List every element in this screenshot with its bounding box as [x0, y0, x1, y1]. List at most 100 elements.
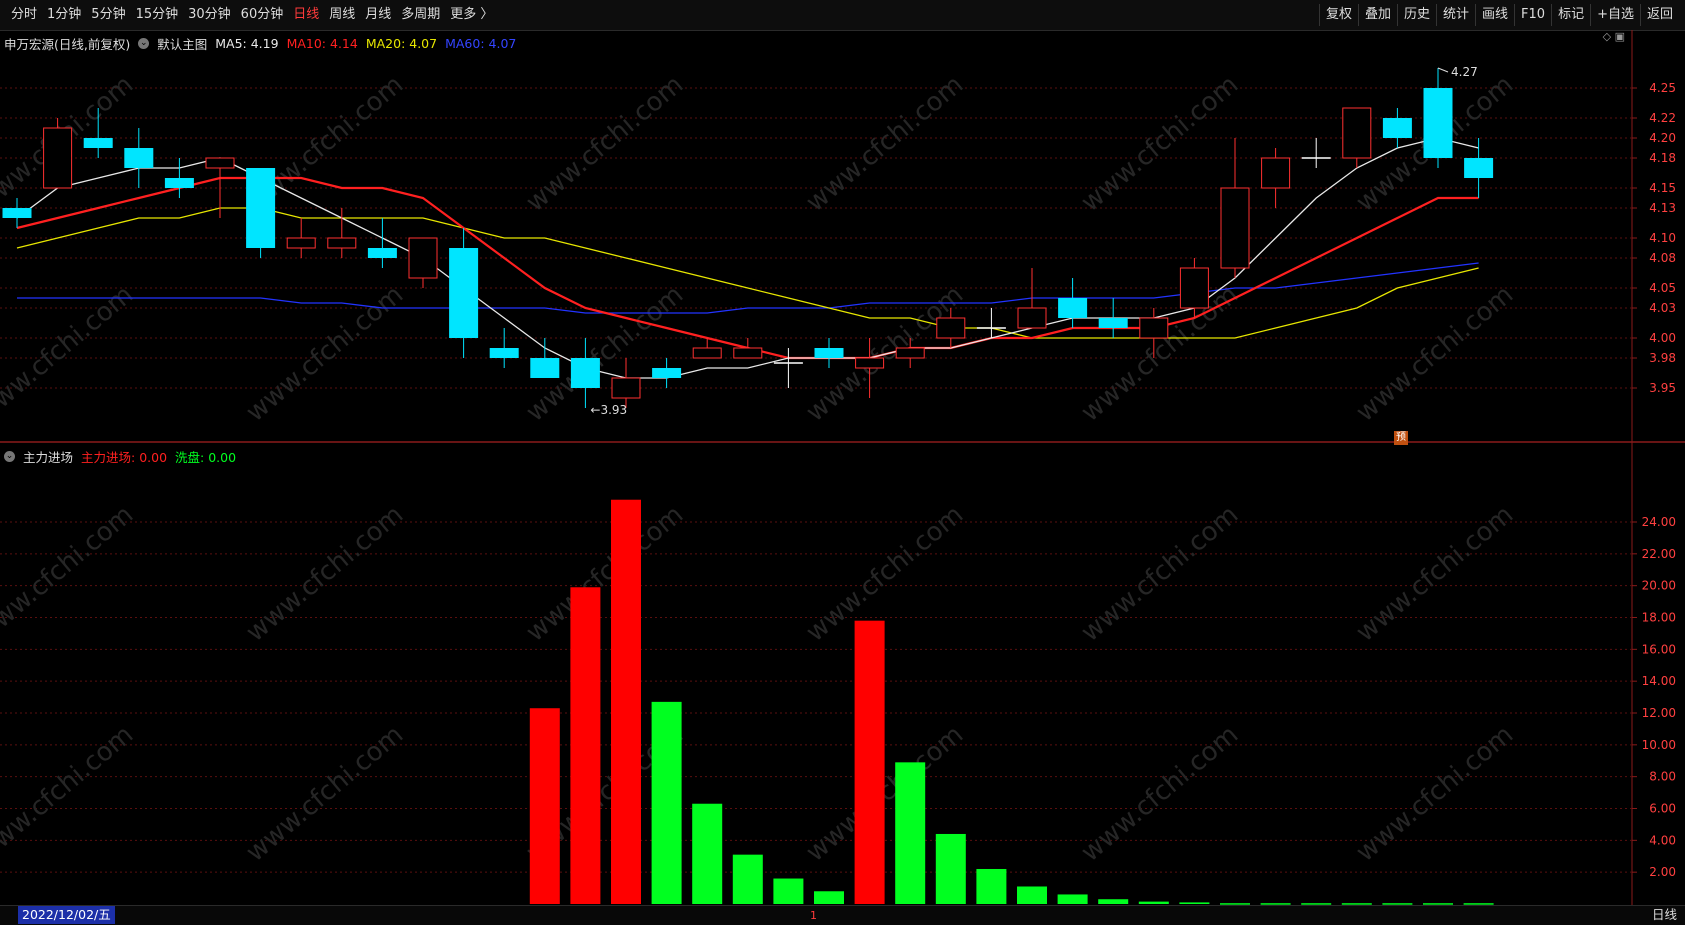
candle-body — [692, 347, 722, 359]
sub-bar — [732, 854, 763, 904]
sub-tick-label: 12.00 — [1642, 706, 1676, 720]
diamond-icon[interactable]: ◇ — [1603, 30, 1611, 43]
watermark-text: www.cfchi.com — [801, 500, 970, 648]
price-tick-label: 4.00 — [1649, 331, 1676, 345]
ma10-value: MA10: 4.14 — [286, 36, 358, 51]
series-main-force-value: 主力进场: 0.00 — [81, 450, 168, 465]
price-tick-label: 4.13 — [1649, 201, 1676, 215]
period-tab-5[interactable]: 60分钟 — [236, 0, 289, 30]
indicator-name[interactable]: 主力进场 — [23, 447, 73, 466]
period-tab-0[interactable]: 分时 — [6, 0, 42, 30]
candle-body — [936, 317, 966, 339]
candle-body — [367, 248, 397, 258]
tool-button-0[interactable]: 复权 — [1318, 4, 1358, 26]
main-chart-legend: 申万宏源(日线,前复权) ⌄ 默认主图 MA5: 4.19 MA10: 4.14… — [4, 34, 516, 53]
candle-body — [489, 348, 519, 358]
watermark-text: www.cfchi.com — [801, 70, 970, 218]
sub-bar — [1017, 886, 1047, 904]
sub-bar — [976, 868, 1007, 904]
period-tab-6[interactable]: 日线 — [288, 0, 324, 30]
window-icon[interactable]: ▣ — [1615, 30, 1625, 43]
sub-tick-label: 10.00 — [1642, 738, 1676, 752]
chevron-down-icon[interactable]: ⌄ — [138, 38, 150, 49]
watermark-text: www.cfchi.com — [801, 720, 970, 868]
sub-tick-label: 18.00 — [1642, 611, 1676, 625]
kline-chart: 4.25 4.22 4.20 4.18 4.15 4.13 4.10 4.08 4.05 4.03… — [0, 30, 1685, 905]
price-tick-label: 3.95 — [1649, 381, 1676, 395]
watermark-text: www.cfchi.com — [241, 280, 410, 428]
template-name[interactable]: 默认主图 — [157, 34, 207, 53]
tool-button-4[interactable]: 画线 — [1475, 4, 1514, 26]
ma60-line — [17, 262, 1479, 314]
tool-button-5[interactable]: F10 — [1514, 4, 1551, 26]
candle-body — [1220, 187, 1250, 269]
candle-body — [814, 348, 844, 358]
period-tab-8[interactable]: 月线 — [360, 0, 396, 30]
stock-title[interactable]: 申万宏源(日线,前复权) — [4, 34, 130, 53]
price-tick-label: 4.15 — [1649, 181, 1676, 195]
price-tick-label: 4.03 — [1649, 301, 1676, 315]
high-price-label: 4.27 — [1451, 65, 1478, 79]
candle-body — [286, 237, 316, 249]
period-toolbar: 分时 1分钟 5分钟 15分钟 30分钟 60分钟 日线 周线 月线 多周期 更多 〉 复权 叠加 历史… — [0, 0, 1685, 31]
cursor-date: 2022/12/02/五 — [18, 906, 115, 924]
sub-chart-legend: ⌄ 主力进场 主力进场: 0.00 洗盘: 0.00 — [4, 447, 236, 466]
period-label[interactable]: 日线 — [1652, 906, 1677, 924]
sub-bar — [611, 499, 641, 904]
sub-bar — [1057, 894, 1088, 904]
price-tick-label: 4.25 — [1649, 81, 1676, 95]
candle-body — [855, 357, 885, 369]
candle-body — [1098, 318, 1128, 328]
candle-body — [205, 157, 235, 169]
sub-tick-label: 24.00 — [1642, 515, 1676, 529]
sub-tick-label: 6.00 — [1649, 802, 1676, 816]
status-bar — [0, 905, 1685, 925]
period-tab-1[interactable]: 1分钟 — [42, 0, 86, 30]
candle-body — [408, 237, 438, 279]
pane-controls: ◇ ▣ — [1603, 30, 1625, 43]
tool-button-1[interactable]: 叠加 — [1357, 4, 1397, 26]
period-tab-9[interactable]: 多周期 — [396, 0, 445, 30]
sub-tick-label: 22.00 — [1642, 547, 1676, 561]
sub-bar — [814, 891, 844, 904]
chevron-down-icon[interactable]: ⌄ — [4, 451, 15, 462]
period-tab-4[interactable]: 30分钟 — [183, 0, 236, 30]
sub-bar — [1098, 899, 1129, 904]
tool-button-2[interactable]: 历史 — [1396, 4, 1436, 26]
watermark-text: www.cfchi.com — [1351, 500, 1520, 648]
watermark-text: www.cfchi.com — [0, 720, 139, 868]
tool-button-3[interactable]: 统计 — [1436, 4, 1475, 26]
watermark-text: www.cfchi.com — [0, 500, 139, 648]
candle-body — [1464, 158, 1494, 178]
sub-tick-label: 14.00 — [1642, 674, 1676, 688]
candle-body — [1261, 157, 1291, 189]
watermark-text: www.cfchi.com — [241, 720, 410, 868]
tool-button-6[interactable]: 标记 — [1551, 4, 1590, 26]
price-tick-label: 4.10 — [1649, 231, 1676, 245]
sub-bar — [692, 803, 723, 904]
candle-body — [124, 148, 154, 168]
candle-body — [246, 168, 276, 248]
watermark-text: www.cfchi.com — [521, 720, 690, 868]
candle-body — [449, 248, 479, 338]
period-tab-10[interactable]: 更多 〉 — [445, 0, 498, 30]
watermark-text: www.cfchi.com — [1351, 280, 1520, 428]
forecast-badge[interactable]: 预 — [1394, 431, 1408, 445]
ma5-line — [16, 137, 1479, 379]
watermark-text: www.cfchi.com — [1076, 70, 1245, 218]
tool-button-7[interactable]: +自选 — [1590, 4, 1640, 26]
tool-button-8[interactable]: 返回 — [1639, 4, 1679, 26]
cursor-marker: 1 — [810, 909, 817, 922]
ma5-value: MA5: 4.19 — [215, 36, 279, 51]
price-tick-label: 4.05 — [1649, 281, 1676, 295]
period-tab-7[interactable]: 周线 — [324, 0, 360, 30]
watermark-text: www.cfchi.com — [1351, 70, 1520, 218]
watermark-text: www.cfchi.com — [1351, 720, 1520, 868]
period-tab-3[interactable]: 15分钟 — [131, 0, 184, 30]
period-tab-2[interactable]: 5分钟 — [86, 0, 130, 30]
candle-body — [570, 358, 600, 388]
candle-body — [1423, 88, 1453, 158]
sub-bar — [1138, 901, 1169, 904]
candle-body — [652, 368, 682, 378]
candle-body — [83, 138, 113, 148]
